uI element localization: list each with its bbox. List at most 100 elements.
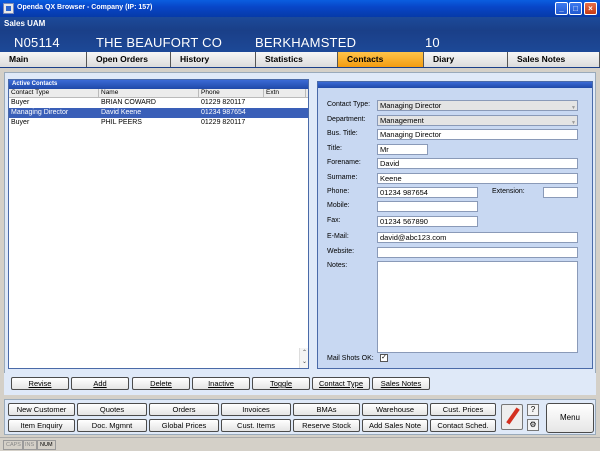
minimize-icon[interactable]: _ bbox=[555, 2, 568, 15]
settings-icon[interactable]: ⚙ bbox=[527, 419, 539, 431]
chevron-down-icon: ▼ bbox=[571, 120, 576, 126]
toolbox: ? ⚙ bbox=[499, 402, 543, 434]
num-indicator: NUM bbox=[37, 440, 56, 450]
delete-button[interactable]: Delete bbox=[132, 377, 190, 390]
global-prices-button[interactable]: Global Prices bbox=[149, 419, 219, 432]
bmas-button[interactable]: BMAs bbox=[293, 403, 360, 416]
email-field[interactable]: david@abc123.com bbox=[377, 232, 578, 243]
item-enquiry-button[interactable]: Item Enquiry bbox=[8, 419, 75, 432]
column-phone[interactable]: Phone bbox=[199, 89, 264, 97]
tab-open-orders[interactable]: Open Orders bbox=[87, 52, 171, 67]
contact-name-cell: David Keene bbox=[101, 109, 142, 116]
close-icon[interactable]: × bbox=[584, 2, 597, 15]
contact-type-cell: Buyer bbox=[11, 119, 30, 126]
column-name[interactable]: Name bbox=[99, 89, 199, 97]
contact-sched-button[interactable]: Contact Sched. bbox=[430, 419, 496, 432]
company-town: BERKHAMSTED bbox=[255, 35, 357, 50]
forename-label: Forename: bbox=[327, 159, 361, 166]
bus-title-field[interactable]: Managing Director bbox=[377, 129, 578, 140]
tab-main[interactable]: Main bbox=[0, 52, 87, 67]
new-customer-button[interactable]: New Customer bbox=[8, 403, 75, 416]
mailshots-checkbox[interactable]: ✓ bbox=[380, 354, 388, 362]
contact-row[interactable]: Buyer PHIL PEERS 01229 820117 bbox=[9, 118, 308, 128]
doc-mgmnt-button[interactable]: Doc. Mgmnt bbox=[77, 419, 147, 432]
extension-field[interactable] bbox=[543, 187, 578, 198]
maximize-icon[interactable]: □ bbox=[569, 2, 582, 15]
bus-title-label: Bus. Title: bbox=[327, 130, 358, 137]
tab-diary[interactable]: Diary bbox=[424, 52, 508, 67]
help-icon[interactable]: ? bbox=[527, 404, 539, 416]
tab-contacts[interactable]: Contacts bbox=[338, 52, 424, 67]
mobile-label: Mobile: bbox=[327, 202, 350, 209]
cust-prices-button[interactable]: Cust. Prices bbox=[430, 403, 496, 416]
contact-extn-cell bbox=[264, 118, 306, 128]
quotes-button[interactable]: Quotes bbox=[77, 403, 147, 416]
contact-detail-panel: Contact Type: Managing Director ▼ Depart… bbox=[317, 81, 593, 369]
department-value: Management bbox=[380, 116, 424, 125]
status-bar: CAPS INS NUM bbox=[0, 437, 600, 451]
menu-button[interactable]: Menu bbox=[546, 403, 594, 433]
app-icon bbox=[3, 3, 14, 14]
contact-name-cell: BRIAN COWARD bbox=[101, 99, 156, 106]
module-title: Sales UAM bbox=[4, 19, 46, 28]
phone-label: Phone: bbox=[327, 188, 350, 195]
contact-phone-cell: 01234 987654 bbox=[201, 109, 246, 116]
tab-statistics[interactable]: Statistics bbox=[256, 52, 338, 67]
column-contact-type[interactable]: Contact Type bbox=[9, 89, 99, 97]
contact-actions-bar: Revise Add Delete Inactive Toggle Contac… bbox=[4, 373, 596, 395]
window-titlebar: Openda QX Browser - Company (IP: 157) _ … bbox=[0, 0, 600, 17]
scroll-up-icon[interactable]: ⌃ bbox=[300, 349, 309, 357]
surname-label: Surname: bbox=[327, 174, 358, 181]
contact-phone-cell: 01229 820117 bbox=[201, 99, 246, 106]
sales-notes-button[interactable]: Sales Notes bbox=[372, 377, 430, 390]
add-button[interactable]: Add bbox=[71, 377, 129, 390]
window-title: Openda QX Browser - Company (IP: 157) bbox=[17, 4, 153, 11]
contact-type-value: Managing Director bbox=[380, 101, 442, 110]
header-number: 10 bbox=[425, 35, 440, 50]
mobile-field[interactable] bbox=[377, 201, 478, 212]
toggle-button[interactable]: Toggle bbox=[252, 377, 310, 390]
surname-field[interactable]: Keene bbox=[377, 173, 578, 184]
contact-type-button[interactable]: Contact Type bbox=[312, 377, 370, 390]
title-label: Title: bbox=[327, 145, 342, 152]
contacts-list-title: Active Contacts bbox=[9, 80, 308, 89]
website-field[interactable] bbox=[377, 247, 578, 258]
tab-bar: Main Open Orders History Statistics Cont… bbox=[0, 52, 600, 68]
fax-field[interactable]: 01234 567890 bbox=[377, 216, 478, 227]
contacts-list-panel: Active Contacts Contact Type Name Phone … bbox=[8, 79, 309, 369]
contact-type-cell: Managing Director bbox=[11, 109, 69, 116]
bottom-navigation: New Customer Quotes Orders Invoices BMAs… bbox=[4, 399, 596, 435]
scroll-down-icon[interactable]: ⌄ bbox=[300, 358, 309, 366]
contacts-content: Active Contacts Contact Type Name Phone … bbox=[4, 72, 596, 395]
warehouse-button[interactable]: Warehouse bbox=[362, 403, 428, 416]
inactive-button[interactable]: Inactive bbox=[192, 377, 250, 390]
email-label: E-Mail: bbox=[327, 233, 349, 240]
contact-type-label: Contact Type: bbox=[327, 101, 371, 108]
detail-panel-header bbox=[318, 82, 592, 88]
caps-indicator: CAPS bbox=[3, 440, 24, 450]
contact-type-cell: Buyer bbox=[11, 99, 30, 106]
list-scrollbar[interactable]: ⌃ ⌄ bbox=[299, 348, 308, 368]
invoices-button[interactable]: Invoices bbox=[221, 403, 291, 416]
contact-phone-cell: 01229 820117 bbox=[201, 119, 246, 126]
contact-extn-cell bbox=[264, 98, 306, 108]
contact-type-select[interactable]: Managing Director ▼ bbox=[377, 100, 578, 111]
contact-row[interactable]: Buyer BRIAN COWARD 01229 820117 bbox=[9, 98, 308, 108]
account-code: N05114 bbox=[14, 35, 60, 50]
cust-items-button[interactable]: Cust. Items bbox=[221, 419, 291, 432]
forename-field[interactable]: David bbox=[377, 158, 578, 169]
revise-button[interactable]: Revise bbox=[11, 377, 69, 390]
notes-field[interactable] bbox=[377, 261, 578, 353]
tab-sales-notes[interactable]: Sales Notes bbox=[508, 52, 600, 67]
chevron-down-icon: ▼ bbox=[571, 105, 576, 111]
add-sales-note-button[interactable]: Add Sales Note bbox=[362, 419, 428, 432]
department-select[interactable]: Management ▼ bbox=[377, 115, 578, 126]
reserve-stock-button[interactable]: Reserve Stock bbox=[293, 419, 360, 432]
phone-field[interactable]: 01234 987654 bbox=[377, 187, 478, 198]
column-extn[interactable]: Extn bbox=[264, 89, 306, 97]
contact-row-selected[interactable]: Managing Director David Keene 01234 9876… bbox=[9, 108, 308, 118]
pen-icon[interactable] bbox=[501, 404, 523, 430]
orders-button[interactable]: Orders bbox=[149, 403, 219, 416]
title-field[interactable]: Mr bbox=[377, 144, 428, 155]
tab-history[interactable]: History bbox=[171, 52, 256, 67]
